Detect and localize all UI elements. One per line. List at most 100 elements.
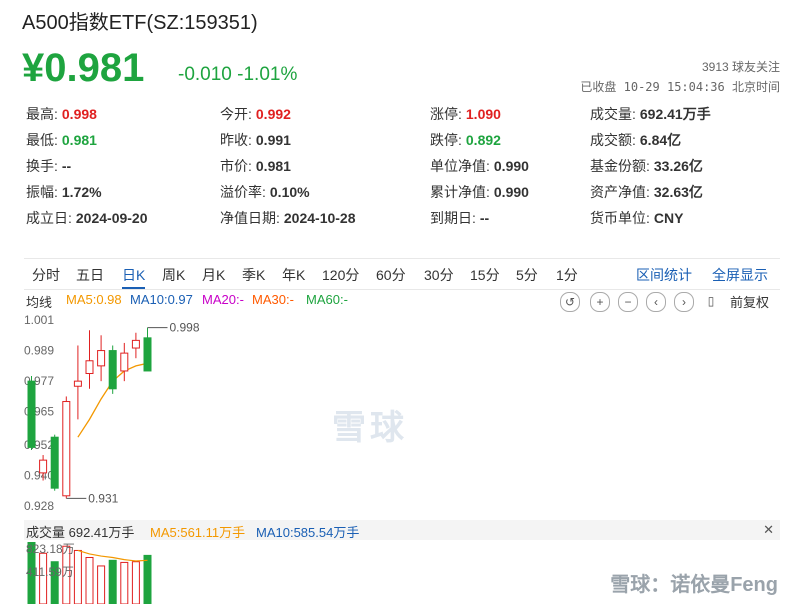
stat-item: 净值日期: 2024-10-28 — [220, 208, 356, 228]
y-tick-label: 0.928 — [24, 499, 54, 513]
stat-value: -- — [479, 210, 490, 226]
zoom-out-icon[interactable]: − — [618, 292, 638, 312]
tab-9[interactable]: 30分 — [424, 265, 454, 285]
tab-6[interactable]: 年K — [282, 265, 305, 285]
tab-0[interactable]: 分时 — [32, 265, 60, 285]
price-change: -0.010 -1.01% — [178, 64, 297, 86]
volume-bar — [143, 554, 152, 604]
stat-label: 成交量: — [590, 106, 636, 122]
stat-label: 最低: — [26, 132, 58, 148]
market-status: 已收盘 10-29 15:04:36 北京时间 — [580, 80, 780, 94]
volume-legend: 成交量 692.41万手 MA5:561.11万手 MA10:585.54万手 … — [24, 520, 780, 540]
volume-label: 成交量 692.41万手 — [26, 525, 135, 540]
tab-10[interactable]: 15分 — [470, 265, 500, 285]
stat-item: 昨收: 0.991 — [220, 130, 291, 150]
tab-3[interactable]: 周K — [162, 265, 185, 285]
stat-label: 到期日: — [430, 210, 476, 226]
tab-11[interactable]: 5分 — [516, 265, 538, 285]
candle-body — [108, 350, 117, 390]
stat-label: 单位净值: — [430, 158, 490, 174]
tab-12[interactable]: 1分 — [556, 265, 578, 285]
tab-8[interactable]: 60分 — [376, 265, 406, 285]
ma30-value: MA30:- — [252, 292, 294, 307]
stat-value: 0.981 — [255, 158, 291, 174]
candle-body — [97, 350, 106, 367]
stat-label: 换手: — [26, 158, 58, 174]
candle-body — [120, 352, 129, 372]
stat-item: 市价: 0.981 — [220, 156, 291, 176]
stat-value: 1.090 — [465, 106, 501, 122]
stat-item: 今开: 0.992 — [220, 104, 291, 124]
stat-item: 涨停: 1.090 — [430, 104, 501, 124]
change-percent: -1.01% — [237, 64, 298, 85]
fullscreen-link[interactable]: 全屏显示 — [712, 265, 768, 285]
y-tick-label: 0.989 — [24, 344, 54, 358]
range-stats-link[interactable]: 区间统计 — [636, 265, 692, 285]
stat-item: 最高: 0.998 — [26, 104, 97, 124]
volume-bar — [131, 561, 140, 604]
stat-label: 昨收: — [220, 132, 252, 148]
stat-item: 累计净值: 0.990 — [430, 182, 529, 202]
ma-legend: 均线 MA5:0.98 MA10:0.97 MA20:- MA30:- MA60… — [24, 292, 780, 312]
candle-body — [50, 436, 59, 489]
stat-value: 0.10% — [269, 184, 310, 200]
volume-top-label: 823.18万 — [26, 542, 75, 556]
tab-7[interactable]: 120分 — [322, 265, 359, 285]
candle-body — [62, 401, 71, 497]
xueqiu-watermark: 雪球 — [332, 409, 408, 447]
stat-value: 0.981 — [61, 132, 97, 148]
undo-icon[interactable]: ↺ — [560, 292, 580, 312]
high-label: 0.998 — [170, 321, 200, 335]
stat-label: 资产净值: — [590, 184, 650, 200]
followers-count[interactable]: 3913 球友关注 — [702, 58, 780, 75]
stat-value: 692.41万手 — [639, 106, 711, 122]
ma-label: 均线 — [26, 295, 53, 310]
volume-bar — [73, 549, 82, 604]
next-icon[interactable]: › — [674, 292, 694, 312]
stat-value: 1.72% — [61, 184, 102, 200]
tab-2[interactable]: 日K — [122, 265, 146, 289]
tab-1[interactable]: 五日 — [76, 265, 104, 285]
volume-bar — [108, 559, 117, 604]
stat-value: CNY — [653, 210, 684, 226]
stat-value: 6.84亿 — [639, 132, 682, 148]
candle-body — [131, 339, 140, 349]
ma20-value: MA20:- — [202, 292, 244, 307]
stat-value: 0.998 — [61, 106, 97, 122]
stat-label: 涨停: — [430, 106, 462, 122]
stat-label: 累计净值: — [430, 184, 490, 200]
candle-body — [39, 459, 48, 474]
stat-item: 资产净值: 32.63亿 — [590, 182, 703, 202]
current-price: ¥0.981 — [22, 46, 145, 90]
volume-ma5: MA5:561.11万手 — [150, 525, 246, 540]
period-tabs: 分时 五日 日K 周K 月K 季K 年K 120分 60分 30分 15分 5分 1分 区间统计 全屏显示 — [24, 258, 780, 290]
stat-item: 成交量: 692.41万手 — [590, 104, 711, 124]
author-watermark: 雪球：诺依曼Feng — [610, 574, 778, 596]
stat-item: 最低: 0.981 — [26, 130, 97, 150]
stat-value: 33.26亿 — [653, 158, 703, 174]
stat-label: 最高: — [26, 106, 58, 122]
stat-label: 基金份额: — [590, 158, 650, 174]
low-label: 0.931 — [88, 491, 118, 505]
candle-body — [85, 360, 94, 375]
stat-label: 今开: — [220, 106, 252, 122]
zoom-in-icon[interactable]: + — [590, 292, 610, 312]
stat-label: 货币单位: — [590, 210, 650, 226]
stat-item: 振幅: 1.72% — [26, 182, 102, 202]
stat-label: 成立日: — [26, 210, 72, 226]
tab-4[interactable]: 月K — [202, 265, 225, 285]
restore-rights-toggle[interactable]: 前复权 — [730, 292, 769, 311]
volume-ma10: MA10:585.54万手 — [256, 525, 360, 540]
stat-value: 0.990 — [493, 184, 529, 200]
change-amount: -0.010 — [178, 64, 232, 85]
tab-5[interactable]: 季K — [242, 265, 265, 285]
stat-item: 成立日: 2024-09-20 — [26, 208, 148, 228]
stat-item: 基金份额: 33.26亿 — [590, 156, 703, 176]
prev-icon[interactable]: ‹ — [646, 292, 666, 312]
stat-value: 32.63亿 — [653, 184, 703, 200]
candle-icon[interactable]: ▯ — [702, 292, 720, 310]
stat-value: 0.991 — [255, 132, 291, 148]
volume-mid-label: 411.59万 — [26, 565, 74, 579]
stat-value: -- — [61, 158, 72, 174]
close-volume-icon[interactable]: ✕ — [763, 522, 774, 538]
